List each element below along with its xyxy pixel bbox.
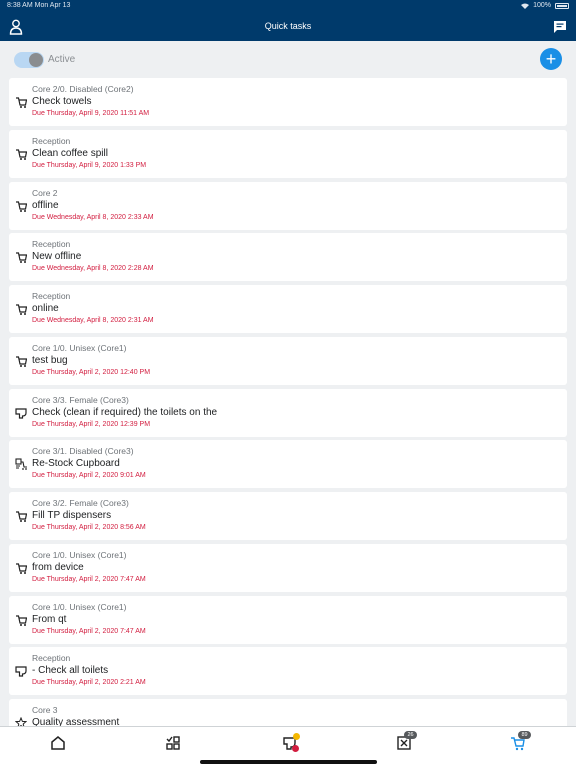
task-location: Core 1/0. Unisex (Core1) [32, 342, 127, 353]
task-card[interactable]: Core 2 offline Due Wednesday, April 8, 202… [9, 181, 567, 230]
status-right: 100% [521, 2, 569, 9]
task-location: Reception [32, 135, 71, 146]
task-location: Core 2 [32, 187, 58, 198]
restock-icon [15, 458, 27, 471]
task-card[interactable]: Reception - Check all toilets Due Thursday… [9, 647, 567, 696]
toggle-knob [29, 53, 43, 67]
close-box-badge: 26 [404, 731, 417, 739]
task-due: Due Thursday, April 2, 2020 7:47 AM [32, 575, 146, 583]
cart-icon [16, 304, 27, 315]
home-indicator [200, 760, 377, 764]
alert-dot-red [292, 745, 299, 752]
active-toggle[interactable] [14, 52, 44, 68]
task-card[interactable]: Reception New offline Due Wednesday, April… [9, 233, 567, 282]
task-location: Reception [32, 239, 71, 250]
cart-nav[interactable]: 89 [510, 731, 531, 751]
task-name: From qt [32, 613, 67, 625]
task-location: Core 3/2. Female (Core3) [32, 498, 129, 508]
task-name: Check (clean if required) the toilets on… [32, 406, 218, 418]
checklist-icon[interactable] [165, 735, 181, 751]
toilet-icon [15, 407, 27, 419]
battery-percent: 100% [533, 2, 551, 9]
task-location: Core 2/0. Disabled (Core2) [32, 84, 134, 94]
task-due: Due Thursday, April 9, 2020 1:33 PM [32, 161, 147, 169]
task-name: Check towels [32, 96, 92, 107]
task-location: Reception [32, 653, 71, 664]
task-due: Due Thursday, April 2, 2020 12:39 PM [32, 420, 151, 428]
alert-dot-yellow [293, 733, 300, 740]
task-name: New offline [32, 251, 82, 263]
plus-icon: + [545, 49, 557, 69]
task-card[interactable]: Core 3/1. Disabled (Core3) Re-Stock Cupbo… [9, 440, 567, 489]
close-box-nav[interactable]: 26 [396, 731, 417, 751]
wifi-icon [521, 3, 530, 9]
task-card[interactable]: Core 1/0. Unisex (Core1) test bug Due Thur… [9, 336, 567, 385]
task-location: Reception [32, 291, 71, 301]
task-card[interactable]: Core 3/3. Female (Core3) Check (clean if … [9, 388, 567, 437]
status-time: 8:38 AM Mon Apr 13 [7, 2, 71, 9]
task-card[interactable]: Core 3/2. Female (Core3) Fill TP dispense… [9, 492, 567, 540]
task-name: Clean coffee spill [32, 147, 108, 159]
task-due: Due Wednesday, April 8, 2020 2:31 AM [32, 317, 154, 324]
battery-icon [555, 2, 569, 9]
task-due: Due Thursday, April 9, 2020 11:51 AM [32, 110, 150, 117]
toilet-alert-nav[interactable] [282, 733, 300, 752]
home-icon[interactable] [50, 735, 66, 751]
cart-icon [16, 563, 27, 574]
task-due: Due Thursday, April 2, 2020 9:01 AM [32, 472, 146, 480]
app-header: Quick tasks [0, 13, 576, 41]
cart-icon [16, 97, 27, 108]
task-due: Due Thursday, April 2, 2020 2:21 AM [32, 679, 146, 687]
task-due: Due Wednesday, April 8, 2020 2:33 AM [32, 213, 154, 221]
task-location: Core 3/1. Disabled (Core3) [32, 446, 134, 457]
cart-badge: 89 [518, 731, 531, 739]
task-due: Due Thursday, April 2, 2020 7:47 AM [32, 627, 146, 635]
cart-icon [16, 252, 27, 264]
task-name: Quality assessment [32, 717, 120, 726]
task-location: Core 3/3. Female (Core3) [32, 394, 129, 405]
chat-icon[interactable] [553, 20, 567, 34]
task-card[interactable]: Core 3 Quality assessment [9, 699, 567, 726]
status-bar: 8:38 AM Mon Apr 13 100% [0, 0, 576, 13]
task-name: - Check all toilets [32, 665, 109, 677]
cart-icon [16, 511, 27, 522]
task-list[interactable]: Core 2/0. Disabled (Core2) Check towels Du… [9, 78, 567, 726]
task-location: Core 1/0. Unisex (Core1) [32, 549, 127, 560]
task-due: Due Thursday, April 2, 2020 8:56 AM [32, 524, 146, 531]
task-card[interactable]: Core 1/0. Unisex (Core1) From qt Due Thurs… [9, 595, 567, 644]
page-title: Quick tasks [264, 21, 312, 31]
task-name: Re-Stock Cupboard [32, 458, 120, 470]
cart-icon [16, 200, 27, 212]
toilet-icon [15, 666, 27, 677]
task-card[interactable]: Reception Clean coffee spill Due Thursday,… [9, 129, 567, 178]
task-name: test bug [32, 354, 68, 366]
star-icon [15, 717, 27, 726]
task-due: Due Wednesday, April 8, 2020 2:28 AM [32, 265, 154, 273]
filter-row: Active + [0, 41, 576, 77]
active-toggle-label: Active [48, 54, 76, 65]
task-card[interactable]: Reception online Due Wednesday, April 8, 2… [9, 285, 567, 333]
cart-icon [16, 149, 27, 160]
task-card[interactable]: Core 1/0. Unisex (Core1) from device Due T… [9, 543, 567, 592]
task-name: Fill TP dispensers [32, 510, 112, 521]
task-due: Due Thursday, April 2, 2020 12:40 PM [32, 368, 151, 376]
task-name: online [32, 303, 59, 314]
cart-icon [16, 356, 27, 367]
task-name: offline [32, 199, 59, 211]
cart-icon [16, 614, 27, 626]
task-location: Core 1/0. Unisex (Core1) [32, 601, 127, 612]
task-name: from device [32, 561, 84, 573]
task-location: Core 3 [32, 705, 58, 715]
add-task-button[interactable]: + [540, 48, 562, 70]
task-card[interactable]: Core 2/0. Disabled (Core2) Check towels Du… [9, 78, 567, 126]
